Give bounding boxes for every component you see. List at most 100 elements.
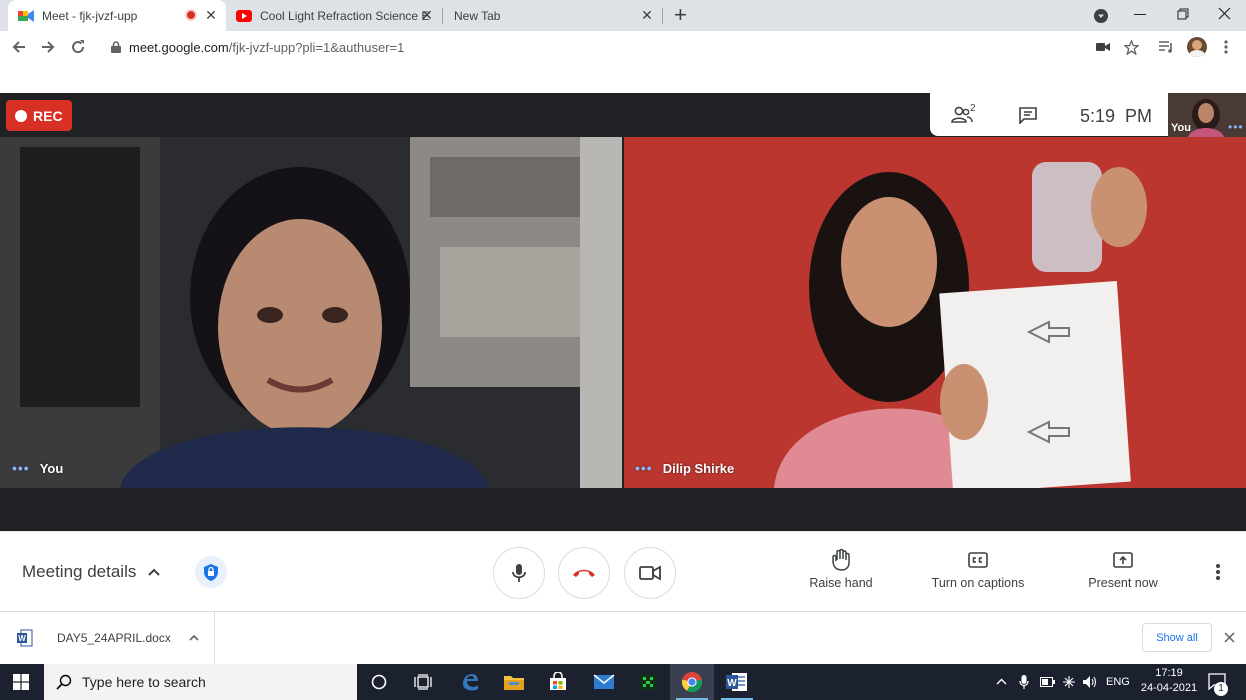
cortana-icon[interactable] <box>357 664 401 700</box>
network-icon[interactable] <box>1061 674 1077 690</box>
chevron-up-icon <box>148 568 161 576</box>
downloads-close-icon[interactable] <box>1224 632 1235 643</box>
taskbar-date: 24-04-2021 <box>1140 682 1198 694</box>
new-tab-button[interactable]: + <box>674 3 687 27</box>
browser-menu-icon[interactable] <box>1224 40 1228 54</box>
word-document-icon: W <box>17 629 33 647</box>
restore-icon[interactable] <box>1177 8 1189 20</box>
download-item[interactable]: W DAY5_24APRIL.docx <box>0 612 215 664</box>
notification-count-badge: 1 <box>1214 682 1228 696</box>
address-bar[interactable]: meet.google.com/fjk-jvzf-upp?pli=1&authu… <box>100 34 1152 60</box>
media-controls-icon[interactable] <box>1159 40 1174 53</box>
meeting-clock: 5:19 PM <box>1080 106 1153 126</box>
raise-hand-label: Raise hand <box>809 576 873 590</box>
taskbar-search-box[interactable]: Type here to search <box>44 664 357 700</box>
xbox-game-icon[interactable] <box>626 664 670 700</box>
show-all-label: Show all <box>1156 631 1198 644</box>
url-path: /fjk-jvzf-upp?pli=1&authuser=1 <box>228 40 405 55</box>
browser-tab-strip: Meet - fjk-jvzf-upp ✕ Cool Light Refract… <box>0 0 1246 31</box>
camera-icon <box>639 565 661 581</box>
tab-separator <box>662 8 663 24</box>
lock-icon[interactable] <box>111 41 121 53</box>
window-close-icon[interactable] <box>1218 7 1231 20</box>
minimize-icon[interactable] <box>1134 14 1146 15</box>
back-icon[interactable] <box>11 39 27 55</box>
tile-more-options-icon[interactable]: ••• <box>635 460 653 476</box>
present-screen-icon <box>1111 548 1135 572</box>
meet-controls-bar: Meeting details Raise hand Turn on capti… <box>0 531 1246 611</box>
reload-icon[interactable] <box>70 39 86 55</box>
tab-meet[interactable]: Meet - fjk-jvzf-upp ✕ <box>8 0 226 31</box>
camera-button[interactable] <box>624 547 676 599</box>
raise-hand-icon <box>829 548 853 572</box>
tile-name-you: ••• You <box>12 460 63 476</box>
forward-icon[interactable] <box>40 39 56 55</box>
battery-icon[interactable] <box>1040 677 1055 687</box>
download-file-name: DAY5_24APRIL.docx <box>57 631 171 645</box>
captions-button[interactable]: Turn on captions <box>924 548 1032 590</box>
microphone-icon <box>511 563 527 583</box>
camera-in-use-icon[interactable] <box>1096 42 1110 52</box>
show-all-button[interactable]: Show all <box>1142 623 1212 652</box>
captions-icon <box>966 548 990 572</box>
tab-new-tab-label: New Tab <box>454 8 501 23</box>
tab-youtube[interactable]: Cool Light Refraction Science Exp ✕ <box>226 0 442 31</box>
tab-close-icon[interactable]: ✕ <box>204 8 218 22</box>
windows-start-icon[interactable] <box>13 674 29 690</box>
raise-hand-button[interactable]: Raise hand <box>806 548 876 590</box>
mail-icon[interactable] <box>582 664 626 700</box>
chat-button[interactable] <box>1018 106 1038 124</box>
tab-new-tab[interactable]: New Tab ✕ <box>442 0 662 31</box>
self-thumbnail-label: You <box>1171 122 1191 134</box>
recording-indicator-icon <box>185 9 197 21</box>
bookmark-star-icon[interactable] <box>1124 40 1139 55</box>
host-controls-shield-icon[interactable] <box>195 556 227 588</box>
edge-browser-icon[interactable] <box>448 664 492 700</box>
tile-name-dilip-shirke-label: Dilip Shirke <box>662 460 735 476</box>
tile-name-you-label: You <box>39 460 64 476</box>
tab-search-icon[interactable] <box>1093 8 1109 24</box>
microsoft-store-icon[interactable] <box>536 664 580 700</box>
self-thumbnail-more-icon[interactable]: ••• <box>1228 120 1244 134</box>
tab-close-icon[interactable]: ✕ <box>640 8 654 22</box>
recording-badge: REC <box>6 100 72 131</box>
participant-count: 2 <box>970 103 976 114</box>
tile-more-options-icon[interactable]: ••• <box>12 460 30 476</box>
input-language[interactable]: ENG <box>1106 664 1130 700</box>
meeting-details-button[interactable]: Meeting details <box>22 562 161 582</box>
video-tile-you[interactable]: ••• You <box>0 137 622 488</box>
tab-youtube-label: Cool Light Refraction Science Exp <box>260 8 430 23</box>
present-now-label: Present now <box>1088 576 1158 590</box>
tray-microphone-icon[interactable] <box>1019 674 1029 690</box>
more-options-icon[interactable] <box>1216 564 1220 580</box>
self-view-thumbnail[interactable]: You ••• <box>1168 93 1246 137</box>
svg-text:W: W <box>18 634 26 643</box>
video-tile-dilip-shirke[interactable]: ••• Dilip Shirke <box>624 137 1246 488</box>
tab-close-icon[interactable]: ✕ <box>420 8 434 22</box>
tab-meet-label: Meet - fjk-jvzf-upp <box>42 8 138 23</box>
avatar-face <box>1192 40 1202 50</box>
file-explorer-icon[interactable] <box>492 664 536 700</box>
taskbar-clock[interactable]: 17:19 24-04-2021 <box>1137 666 1201 698</box>
profile-avatar[interactable] <box>1187 37 1207 57</box>
chrome-icon[interactable] <box>670 664 714 700</box>
windows-taskbar: Type here to search W ENG 17:19 24-04-20… <box>0 664 1246 700</box>
task-view-icon[interactable] <box>401 664 445 700</box>
browser-toolbar: meet.google.com/fjk-jvzf-upp?pli=1&authu… <box>0 31 1246 63</box>
meet-info-bar: 2 5:19 PM <box>930 93 1168 136</box>
recording-dot-icon <box>15 109 27 122</box>
youtube-icon <box>236 9 252 22</box>
present-now-button[interactable]: Present now <box>1084 548 1162 590</box>
microphone-button[interactable] <box>493 547 545 599</box>
word-icon[interactable]: W <box>715 664 759 700</box>
avatar-body <box>1189 50 1205 57</box>
search-placeholder: Type here to search <box>82 674 206 690</box>
volume-icon[interactable] <box>1082 674 1098 690</box>
hang-up-icon <box>572 568 596 578</box>
meeting-details-label: Meeting details <box>22 562 137 581</box>
leave-call-button[interactable] <box>558 547 610 599</box>
tray-chevron-up-icon[interactable] <box>996 678 1007 685</box>
svg-text:W: W <box>727 678 737 689</box>
downloads-bar: W DAY5_24APRIL.docx Show all <box>0 611 1246 664</box>
download-chevron-up-icon[interactable] <box>189 634 199 641</box>
